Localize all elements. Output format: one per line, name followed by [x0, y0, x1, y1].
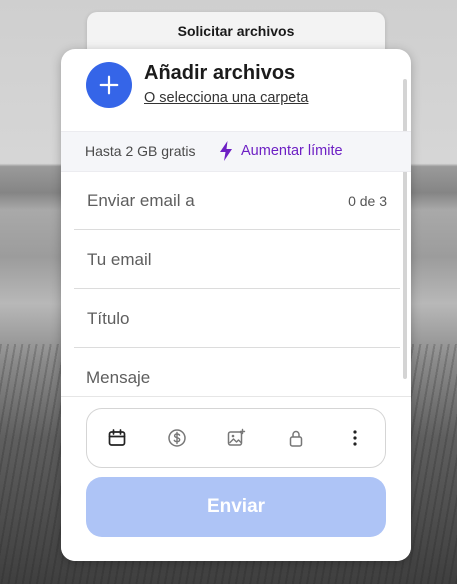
size-limit-bar: Hasta 2 GB gratis Aumentar límite [61, 131, 411, 172]
options-toolbar [86, 408, 386, 468]
size-limit-text: Hasta 2 GB gratis [85, 143, 196, 159]
title-placeholder: Título [87, 309, 130, 328]
more-icon[interactable] [344, 427, 366, 449]
send-button[interactable]: Enviar [86, 477, 386, 537]
recipient-email-placeholder: Enviar email a [87, 191, 195, 210]
sender-email-field[interactable]: Tu email [74, 230, 400, 289]
image-icon[interactable] [225, 427, 247, 449]
recipient-email-field[interactable]: Enviar email a 0 de 3 [74, 171, 400, 230]
footer-actions: Enviar [61, 396, 411, 561]
sender-email-placeholder: Tu email [87, 250, 152, 269]
recipient-counter: 0 de 3 [348, 193, 387, 209]
increase-limit-link[interactable]: Aumentar límite [241, 143, 343, 159]
title-field[interactable]: Título [74, 289, 400, 348]
plus-icon [99, 75, 119, 95]
request-files-tab-label: Solicitar archivos [177, 23, 295, 39]
dollar-icon[interactable] [166, 427, 188, 449]
add-files-title[interactable]: Añadir archivos [144, 62, 295, 85]
add-files-row: Añadir archivos O selecciona una carpeta [86, 62, 391, 122]
add-files-button[interactable] [86, 62, 132, 108]
transfer-panel: Añadir archivos O selecciona una carpeta… [61, 49, 411, 561]
message-placeholder: Mensaje [86, 368, 151, 387]
calendar-icon[interactable] [106, 427, 128, 449]
lightning-icon [220, 141, 232, 161]
lock-icon[interactable] [285, 427, 307, 449]
scrollbar[interactable] [403, 79, 407, 379]
select-folder-link[interactable]: O selecciona una carpeta [144, 90, 308, 106]
message-field[interactable]: Mensaje [74, 348, 400, 394]
